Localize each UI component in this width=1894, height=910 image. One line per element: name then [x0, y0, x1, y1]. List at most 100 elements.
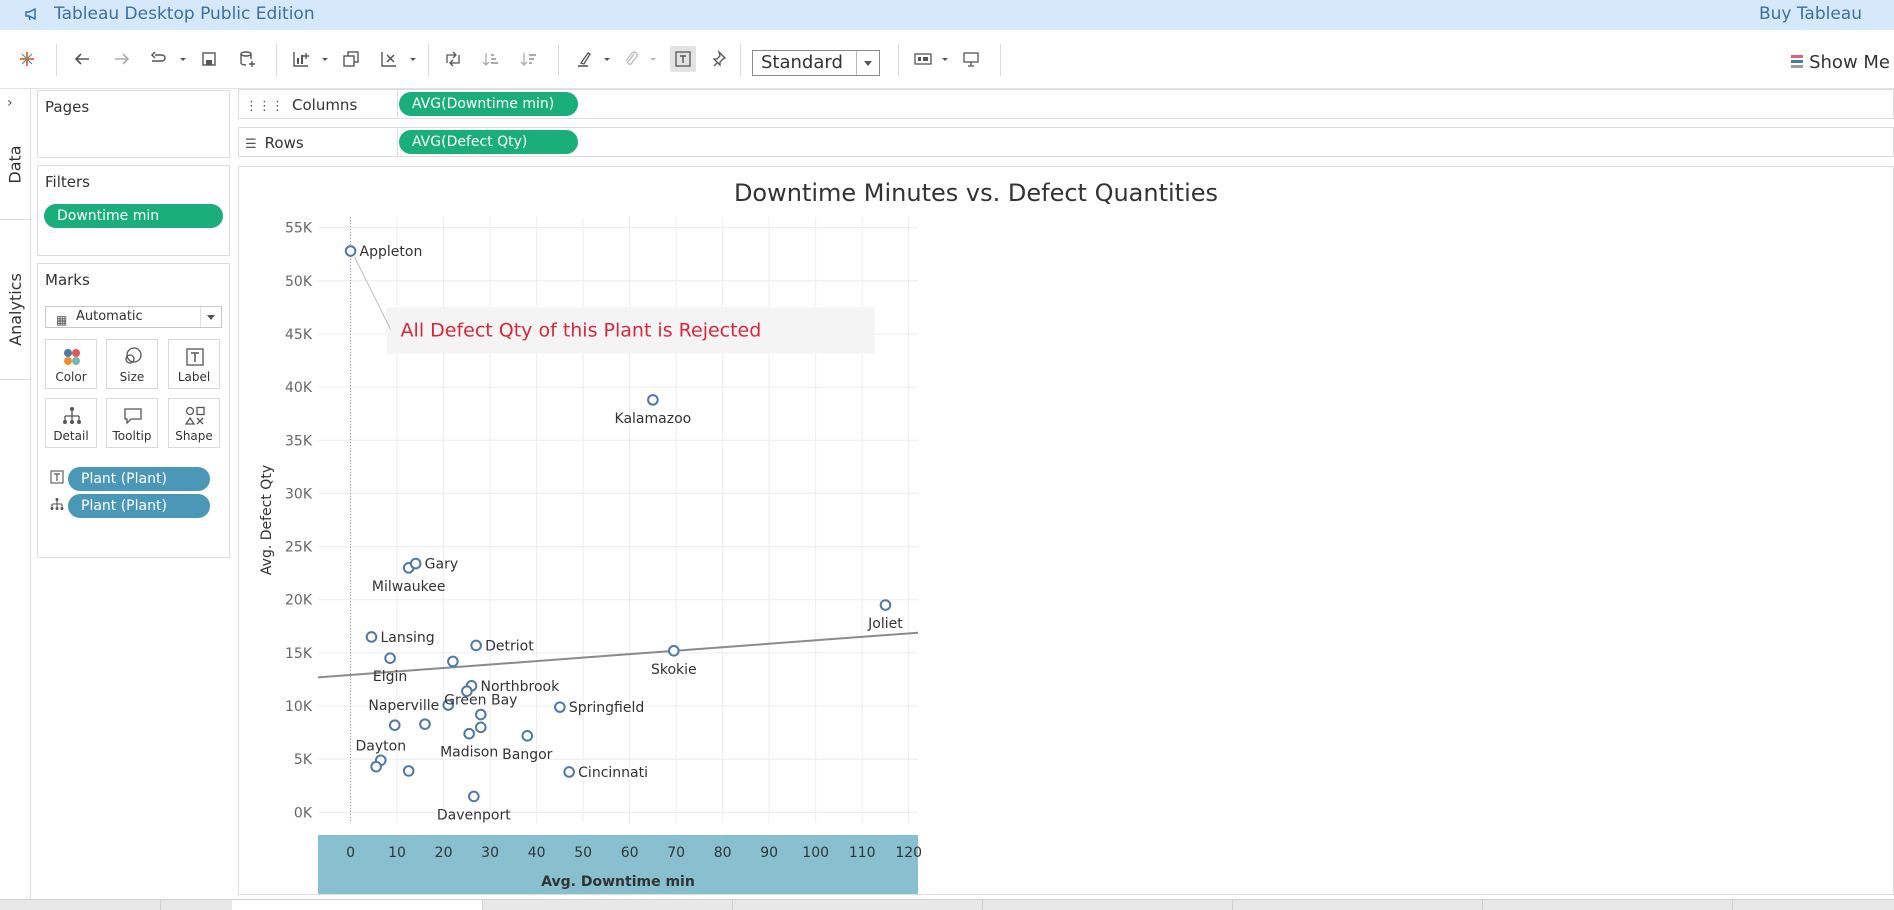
size-icon: [125, 347, 142, 364]
data-point: [470, 639, 482, 652]
sort-ascending-icon[interactable]: [478, 46, 504, 72]
buy-tableau-link[interactable]: Buy Tableau: [1759, 4, 1862, 24]
chevron-down-icon[interactable]: [320, 46, 330, 72]
side-tab-strip: › Data Analytics: [0, 89, 31, 899]
show-cards-icon[interactable]: [910, 46, 936, 72]
chevron-down-icon[interactable]: [648, 46, 658, 72]
data-point: [463, 727, 475, 740]
clear-sheet-icon[interactable]: [376, 46, 402, 72]
filters-title: Filters: [45, 173, 90, 191]
x-tick-label: 120: [895, 845, 922, 861]
point-label: Kalamazoo: [615, 411, 692, 427]
mark-type-select[interactable]: ▦ Automatic: [45, 306, 222, 328]
label-field-pill[interactable]: Plant (Plant): [68, 467, 210, 491]
rows-pill[interactable]: AVG(Defect Qty): [399, 130, 578, 154]
point-label: Bangor: [502, 747, 553, 763]
x-tick-label: 90: [760, 845, 778, 861]
point-label: Cincinnati: [578, 765, 648, 781]
tooltip-icon: [124, 408, 142, 425]
shape-icon: [184, 406, 205, 425]
rows-shelf-label: ☰ Rows: [245, 134, 304, 152]
rows-icon: ☰: [245, 137, 257, 152]
chevron-down-icon[interactable]: [408, 46, 418, 72]
sheet-tab-strip: [0, 899, 1894, 910]
point-label: Springfield: [569, 700, 644, 716]
label-icon: [50, 470, 64, 487]
data-point: [402, 765, 415, 777]
filter-pill[interactable]: Downtime min: [44, 204, 223, 228]
group-members-icon[interactable]: [618, 46, 644, 72]
tooltip-label: Tooltip: [112, 429, 152, 443]
data-point: [370, 760, 382, 773]
columns-label-text: Columns: [292, 96, 358, 114]
marks-title: Marks: [45, 271, 90, 289]
rows-label-text: Rows: [264, 134, 304, 152]
tab-data[interactable]: Data: [0, 109, 30, 220]
scatter-plot[interactable]: 0K 5K 10K 15K 20K 25K 30K 35K 40K 45K 50K 55K Avg. D…: [239, 167, 1893, 894]
duplicate-sheet-icon[interactable]: [338, 46, 364, 72]
save-icon[interactable]: [196, 46, 222, 72]
new-data-source-icon[interactable]: [234, 46, 260, 72]
columns-shelf[interactable]: ⋮⋮⋮ Columns AVG(Downtime min): [238, 89, 1894, 119]
columns-icon: ⋮⋮⋮: [245, 99, 284, 114]
show-me-icon: [1791, 55, 1804, 69]
point-label: Davenport: [437, 807, 511, 823]
mark-type-value: Automatic: [76, 309, 143, 324]
color-label: Color: [55, 370, 87, 384]
x-tick-label: 100: [802, 845, 829, 861]
fit-mode-select[interactable]: Standard: [752, 50, 880, 76]
tooltip-button[interactable]: Tooltip: [106, 398, 158, 448]
color-button[interactable]: Color: [45, 339, 97, 389]
x-tick-label: 30: [481, 845, 499, 861]
filters-card[interactable]: Filters Downtime min: [37, 165, 230, 256]
data-point: [384, 652, 396, 665]
y-tick-label: 15K: [285, 646, 313, 662]
pages-card[interactable]: Pages: [37, 90, 230, 158]
point-label: Skokie: [651, 662, 697, 678]
label-button[interactable]: Label: [168, 339, 220, 389]
chevron-down-icon[interactable]: [940, 46, 950, 72]
pin-icon[interactable]: [708, 46, 734, 72]
size-label: Size: [119, 370, 145, 384]
point-label: Milwaukee: [372, 579, 446, 595]
detail-label: Detail: [53, 429, 89, 443]
shape-button[interactable]: Shape: [168, 398, 220, 448]
x-tick-label: 60: [621, 845, 639, 861]
rows-shelf[interactable]: ☰ Rows AVG(Defect Qty): [238, 127, 1894, 157]
marks-card[interactable]: Marks ▦ Automatic Color Size Label Detai…: [37, 263, 230, 558]
replay-icon[interactable]: [146, 46, 172, 72]
x-axis-label: Avg. Downtime min: [541, 874, 695, 890]
undo-icon[interactable]: [70, 46, 96, 72]
detail-field-pill[interactable]: Plant (Plant): [68, 494, 210, 518]
redo-icon[interactable]: [108, 46, 134, 72]
data-point: [409, 557, 422, 570]
sort-descending-icon[interactable]: [516, 46, 542, 72]
tab-analytics[interactable]: Analytics: [0, 239, 30, 380]
y-tick-label: 20K: [285, 593, 313, 609]
detail-icon: [63, 407, 81, 424]
x-tick-label: 50: [574, 845, 592, 861]
fit-mode-value: Standard: [761, 52, 843, 73]
swap-rows-columns-icon[interactable]: [440, 46, 466, 72]
size-button[interactable]: Size: [106, 339, 158, 389]
show-mark-labels-icon[interactable]: [670, 46, 696, 72]
new-worksheet-icon[interactable]: [288, 46, 314, 72]
chevron-down-icon: [200, 307, 221, 327]
toolbar: Standard Show Me: [0, 30, 1894, 89]
show-me-button[interactable]: Show Me: [1791, 52, 1890, 73]
chevron-down-icon[interactable]: [178, 46, 188, 72]
detail-button[interactable]: Detail: [45, 398, 97, 448]
presentation-mode-icon[interactable]: [958, 46, 984, 72]
x-tick-label: 20: [435, 845, 453, 861]
highlight-icon[interactable]: [572, 46, 598, 72]
columns-pill[interactable]: AVG(Downtime min): [399, 92, 578, 116]
point-label: Naperville: [368, 698, 439, 714]
point-label: Green Bay: [444, 693, 517, 709]
data-point: [474, 708, 487, 721]
x-tick-label: 70: [667, 845, 685, 861]
tableau-logo-icon[interactable]: [14, 46, 40, 72]
chevron-down-icon[interactable]: [602, 46, 612, 72]
data-point: [647, 394, 659, 406]
point-label: Joliet: [867, 616, 903, 632]
x-tick-label: 40: [528, 845, 546, 861]
